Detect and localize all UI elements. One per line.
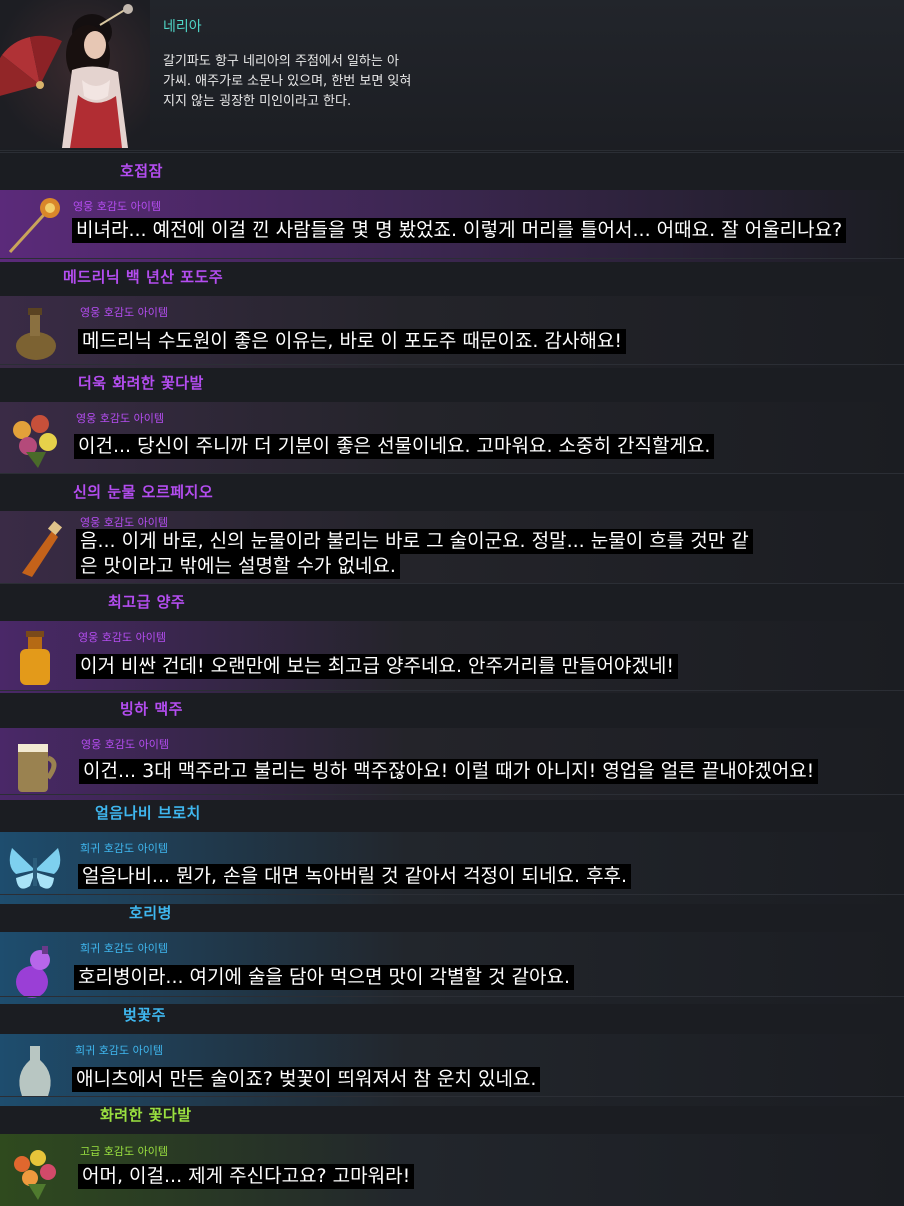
item-grade-label: 희귀 호감도 아이템 xyxy=(80,942,168,955)
row-separator xyxy=(0,152,904,153)
item-grade-label: 영웅 호감도 아이템 xyxy=(78,631,166,644)
item-name: 화려한 꽃다발 xyxy=(100,1106,192,1124)
row-separator xyxy=(0,1096,904,1097)
row-separator xyxy=(0,690,904,691)
item-grade-label: 고급 호감도 아이템 xyxy=(80,1145,168,1158)
item-grade-label: 영웅 호감도 아이템 xyxy=(81,738,169,751)
beer-mug-icon xyxy=(2,732,68,796)
row-separator xyxy=(0,364,904,365)
item-dialogue-line: 애니츠에서 만든 술이죠? 벚꽃이 띄워져서 참 운치 있네요. xyxy=(72,1067,541,1092)
row-separator xyxy=(0,794,904,795)
npc-portrait xyxy=(0,0,150,148)
butterfly-brooch-icon xyxy=(2,836,68,900)
item-dialogue-line: 비녀라... 예전에 이걸 낀 사람들을 몇 명 봤었죠. 이렇게 머리를 틀어… xyxy=(72,218,847,243)
item-name: 얼음나비 브로치 xyxy=(95,804,201,822)
item-grade-label: 영웅 호감도 아이템 xyxy=(80,306,168,319)
row-separator xyxy=(0,996,904,997)
item-name: 더욱 화려한 꽃다발 xyxy=(78,374,204,392)
item-name: 최고급 양주 xyxy=(108,593,186,611)
flower-bouquet-icon xyxy=(2,1138,68,1202)
item-dialogue-line: 음... 이게 바로, 신의 눈물이라 불리는 바로 그 술이군요. 정말...… xyxy=(76,529,753,554)
item-grade-label: 영웅 호감도 아이템 xyxy=(80,516,168,529)
item-dialogue-line: 메드리닉 수도원이 좋은 이유는, 바로 이 포도주 때문이죠. 감사해요! xyxy=(78,329,626,354)
item-name: 신의 눈물 오르페지오 xyxy=(73,483,214,501)
item-name: 메드리닉 백 년산 포도주 xyxy=(63,268,224,286)
item-grade-label: 희귀 호감도 아이템 xyxy=(75,1044,163,1057)
row-separator xyxy=(0,583,904,584)
item-name: 호리병 xyxy=(129,904,172,922)
item-dialogue-line: 얼음나비... 뭔가, 손을 대면 녹아버릴 것 같아서 걱정이 되네요. 후후… xyxy=(78,864,632,889)
potion-bottle-icon xyxy=(2,515,68,579)
item-name: 호접잠 xyxy=(120,162,163,180)
npc-header: 네리아 갈기파도 항구 네리아의 주점에서 일하는 아 가씨. 애주가로 소문나… xyxy=(0,0,904,151)
npc-description: 갈기파도 항구 네리아의 주점에서 일하는 아 가씨. 애주가로 소문나 있으며… xyxy=(163,54,412,109)
item-name: 빙하 맥주 xyxy=(120,700,183,718)
vase-bottle-icon xyxy=(2,1038,68,1102)
item-grade-label: 영웅 호감도 아이템 xyxy=(76,412,164,425)
row-separator xyxy=(0,473,904,474)
bouquet-icon xyxy=(2,406,68,470)
liquor-bottle-icon xyxy=(2,625,68,689)
item-dialogue-line: 이건... 당신이 주니까 더 기분이 좋은 선물이네요. 고마워요. 소중히 … xyxy=(74,434,715,459)
item-dialogue-line: 이거 비싼 건데! 오랜만에 보는 최고급 양주네요. 안주거리를 만들어야겠네… xyxy=(76,654,678,679)
hairpin-icon xyxy=(2,194,68,258)
wine-gourd-icon xyxy=(2,300,68,364)
row-separator xyxy=(0,894,904,895)
npc-name: 네리아 xyxy=(163,19,202,35)
item-grade-label: 영웅 호감도 아이템 xyxy=(73,200,161,213)
item-dialogue-line: 은 맛이라고 밖에는 설명할 수가 없네요. xyxy=(76,554,400,579)
gourd-bottle-icon xyxy=(2,936,68,1000)
row-separator xyxy=(0,258,904,259)
item-dialogue-line: 이건... 3대 맥주라고 불리는 빙하 맥주잖아요! 이럴 때가 아니지! 영… xyxy=(79,759,819,784)
item-dialogue-line: 호리병이라... 여기에 술을 담아 먹으면 맛이 각별할 것 같아요. xyxy=(74,965,574,990)
item-dialogue-line: 어머, 이걸... 제게 주신다고요? 고마워라! xyxy=(78,1164,415,1189)
item-name: 벚꽃주 xyxy=(123,1006,166,1024)
item-grade-label: 희귀 호감도 아이템 xyxy=(80,842,168,855)
